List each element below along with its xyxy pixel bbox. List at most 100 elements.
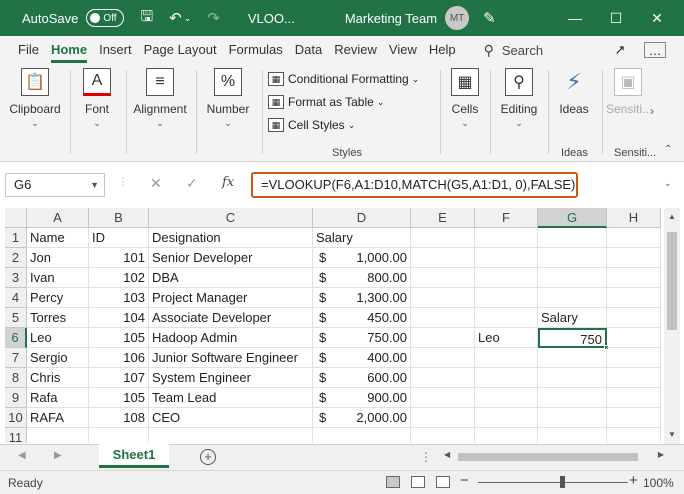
cell-e3[interactable] <box>411 268 475 288</box>
prev-sheet-icon[interactable]: ◀ <box>18 450 26 461</box>
cell-a3[interactable]: Ivan <box>27 268 89 288</box>
normal-view-icon[interactable] <box>386 476 400 488</box>
cell-c6[interactable]: Hadoop Admin <box>149 328 313 348</box>
comments-icon[interactable]: … <box>644 42 666 58</box>
cell-c9[interactable]: Team Lead <box>149 388 313 408</box>
tab-home[interactable]: Home <box>45 36 93 64</box>
cell-e6[interactable] <box>411 328 475 348</box>
cell-e8[interactable] <box>411 368 475 388</box>
tab-data[interactable]: Data <box>289 36 328 64</box>
column-header-f[interactable]: F <box>475 208 538 228</box>
next-sheet-icon[interactable]: ▶ <box>54 450 62 461</box>
pen-icon[interactable]: ✎ <box>483 9 496 27</box>
restore-icon[interactable]: ☐ <box>596 0 636 36</box>
conditional-formatting-button[interactable]: ▦ Conditional Formatting ⌄ <box>268 72 419 86</box>
cell-d5[interactable]: $450.00 <box>313 308 411 328</box>
cell-g5[interactable]: Salary <box>538 308 607 328</box>
column-header-b[interactable]: B <box>89 208 149 228</box>
cell-f4[interactable] <box>475 288 538 308</box>
row-header-11[interactable]: 11 <box>5 428 27 443</box>
cell-a9[interactable]: Rafa <box>27 388 89 408</box>
cell-c4[interactable]: Project Manager <box>149 288 313 308</box>
row-header-2[interactable]: 2 <box>5 248 27 268</box>
column-header-e[interactable]: E <box>411 208 475 228</box>
editing-group[interactable]: ⚲ Editing ⌄ <box>494 68 544 158</box>
cell-h9[interactable] <box>607 388 661 408</box>
zoom-in-icon[interactable]: + <box>629 472 638 489</box>
column-header-g[interactable]: G <box>538 208 607 228</box>
cell-a5[interactable]: Torres <box>27 308 89 328</box>
cell-a11[interactable] <box>27 428 89 443</box>
cells-group[interactable]: ▦ Cells ⌄ <box>444 68 486 158</box>
undo-icon[interactable]: ↶ <box>169 9 182 27</box>
cell-e10[interactable] <box>411 408 475 428</box>
minimize-icon[interactable]: — <box>555 0 595 36</box>
scroll-left-icon[interactable]: ◀ <box>444 450 450 459</box>
horizontal-scrollbar[interactable]: ◀ ▶ <box>444 450 664 463</box>
cell-h10[interactable] <box>607 408 661 428</box>
row-header-4[interactable]: 4 <box>5 288 27 308</box>
cell-g2[interactable] <box>538 248 607 268</box>
cell-e11[interactable] <box>411 428 475 443</box>
row-header-1[interactable]: 1 <box>5 228 27 248</box>
cell-d8[interactable]: $600.00 <box>313 368 411 388</box>
cell-h11[interactable] <box>607 428 661 443</box>
cell-g7[interactable] <box>538 348 607 368</box>
cell-e4[interactable] <box>411 288 475 308</box>
cell-b1[interactable]: ID <box>89 228 149 248</box>
row-header-10[interactable]: 10 <box>5 408 27 428</box>
expand-formula-bar-icon[interactable]: ⌄ <box>664 178 672 189</box>
cell-f5[interactable] <box>475 308 538 328</box>
horizontal-scroll-thumb[interactable] <box>458 453 638 461</box>
tab-insert[interactable]: Insert <box>93 36 138 64</box>
cell-c5[interactable]: Associate Developer <box>149 308 313 328</box>
insert-function-icon[interactable]: fx <box>222 175 234 190</box>
cell-c7[interactable]: Junior Software Engineer <box>149 348 313 368</box>
divider-dots-icon[interactable]: ⋮ <box>420 450 432 464</box>
column-header-d[interactable]: D <box>313 208 411 228</box>
cell-h8[interactable] <box>607 368 661 388</box>
cell-g4[interactable] <box>538 288 607 308</box>
cell-d11[interactable] <box>313 428 411 443</box>
redo-icon[interactable]: ↷ <box>207 9 220 27</box>
cell-g8[interactable] <box>538 368 607 388</box>
column-header-h[interactable]: H <box>607 208 661 228</box>
column-header-a[interactable]: A <box>27 208 89 228</box>
cell-g6[interactable]: 750 <box>538 328 607 348</box>
cell-d2[interactable]: $1,000.00 <box>313 248 411 268</box>
zoom-slider-handle[interactable] <box>560 476 565 488</box>
cell-e9[interactable] <box>411 388 475 408</box>
cell-e2[interactable] <box>411 248 475 268</box>
cell-d7[interactable]: $400.00 <box>313 348 411 368</box>
cell-c10[interactable]: CEO <box>149 408 313 428</box>
cell-f11[interactable] <box>475 428 538 443</box>
cell-a4[interactable]: Percy <box>27 288 89 308</box>
alignment-group[interactable]: ≡ Alignment ⌄ <box>128 68 192 158</box>
avatar[interactable]: MT <box>445 6 470 30</box>
save-icon[interactable]: 🖫 <box>140 6 153 31</box>
column-header-c[interactable]: C <box>149 208 313 228</box>
cell-f10[interactable] <box>475 408 538 428</box>
cell-d9[interactable]: $900.00 <box>313 388 411 408</box>
cell-f2[interactable] <box>475 248 538 268</box>
cell-a7[interactable]: Sergio <box>27 348 89 368</box>
search-box[interactable]: ⚲ Search <box>484 42 543 59</box>
scroll-up-icon[interactable]: ▲ <box>668 212 676 221</box>
add-sheet-icon[interactable]: + <box>200 449 216 465</box>
cell-b8[interactable]: 107 <box>89 368 149 388</box>
row-header-3[interactable]: 3 <box>5 268 27 288</box>
cell-c3[interactable]: DBA <box>149 268 313 288</box>
cell-a2[interactable]: Jon <box>27 248 89 268</box>
cell-f1[interactable] <box>475 228 538 248</box>
close-icon[interactable]: ✕ <box>637 0 677 36</box>
cell-c8[interactable]: System Engineer <box>149 368 313 388</box>
cell-c2[interactable]: Senior Developer <box>149 248 313 268</box>
scroll-down-icon[interactable]: ▼ <box>668 430 676 439</box>
tab-page-layout[interactable]: Page Layout <box>138 36 223 64</box>
share-icon[interactable]: ↗ <box>608 40 632 60</box>
zoom-slider[interactable] <box>478 482 628 483</box>
sensitivity-button[interactable]: ▣ Sensiti... <box>606 68 650 158</box>
cell-h6[interactable] <box>607 328 661 348</box>
ideas-button[interactable]: ⚡ Ideas <box>552 68 596 158</box>
row-header-9[interactable]: 9 <box>5 388 27 408</box>
